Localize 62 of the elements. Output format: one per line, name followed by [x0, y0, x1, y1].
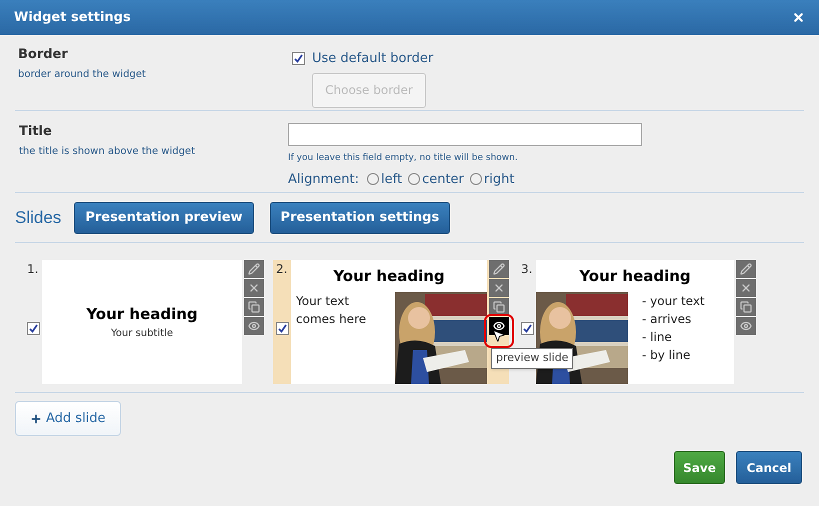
- slide-text: Your text comes here: [295, 292, 368, 328]
- edit-button[interactable]: [489, 260, 509, 278]
- checkbox[interactable]: [26, 322, 40, 335]
- copy-icon: [248, 301, 260, 313]
- field-note: If you leave this field empty, no title will be shown.: [288, 152, 519, 165]
- checkbox[interactable]: [292, 52, 305, 66]
- duplicate-button[interactable]: [244, 298, 264, 316]
- slide-heading: Your heading: [332, 266, 446, 287]
- radio-label: center: [422, 170, 464, 188]
- pencil-icon: [493, 263, 505, 275]
- slide-subtitle: Your subtitle: [111, 326, 173, 341]
- cursor-icon: [491, 328, 506, 343]
- window-title: Widget settings: [14, 8, 131, 27]
- section-hint: the title is shown above the widget: [19, 144, 196, 158]
- slide-list-item: - your text: [642, 292, 705, 310]
- section-label: Border: [18, 46, 69, 64]
- copy-icon: [740, 301, 752, 313]
- slide-number: 2.: [276, 261, 288, 278]
- presentation-button[interactable]: Presentation preview: [74, 202, 254, 234]
- close-icon: [493, 282, 505, 294]
- slide-number: 1.: [27, 261, 38, 278]
- radio-label: right: [484, 170, 514, 188]
- delete-button[interactable]: [736, 279, 756, 297]
- eye-icon: [248, 320, 260, 332]
- alignment-label: Alignment:: [288, 170, 359, 188]
- slide-heading: Your heading: [578, 266, 692, 287]
- checkbox-label: Use default border: [312, 50, 434, 68]
- slide-heading: Your heading: [86, 304, 198, 326]
- tooltip: preview slide: [491, 348, 574, 368]
- duplicate-button[interactable]: [736, 298, 756, 316]
- eye-icon: [493, 320, 505, 332]
- radio-button[interactable]: [367, 173, 379, 186]
- cancel-button[interactable]: Cancel: [736, 451, 802, 484]
- radio-label: left: [381, 170, 402, 188]
- close-button[interactable]: [792, 11, 805, 24]
- edit-button[interactable]: [244, 260, 264, 278]
- section-hint: border around the widget: [18, 68, 147, 82]
- close-icon: [248, 282, 260, 294]
- checkbox[interactable]: [520, 322, 534, 335]
- slide-list-item: - by line: [642, 346, 692, 364]
- slide-list-item: - arrives: [642, 310, 692, 328]
- copy-icon: [493, 301, 505, 313]
- radio-button[interactable]: [408, 173, 420, 186]
- close-icon: [740, 282, 752, 294]
- presentation-button[interactable]: Presentation settings: [270, 202, 450, 234]
- save-button[interactable]: Save: [674, 451, 725, 484]
- delete-button[interactable]: [489, 279, 509, 297]
- section-label: Title: [19, 123, 53, 141]
- slide-number: 3.: [521, 261, 532, 278]
- title-input-field[interactable]: [288, 123, 642, 146]
- pencil-icon: [248, 263, 260, 275]
- edit-button[interactable]: [736, 260, 756, 278]
- pencil-icon: [740, 263, 752, 275]
- plus-icon: [30, 412, 42, 424]
- slide-list-item: - line: [642, 328, 673, 346]
- delete-button[interactable]: [244, 279, 264, 297]
- radio-button[interactable]: [470, 173, 482, 186]
- add-slide-button[interactable]: Add slide: [15, 401, 121, 436]
- slides-heading: Slides: [15, 206, 62, 229]
- checkbox[interactable]: [276, 322, 288, 335]
- eye-icon: [740, 320, 752, 332]
- close-icon: [792, 11, 805, 24]
